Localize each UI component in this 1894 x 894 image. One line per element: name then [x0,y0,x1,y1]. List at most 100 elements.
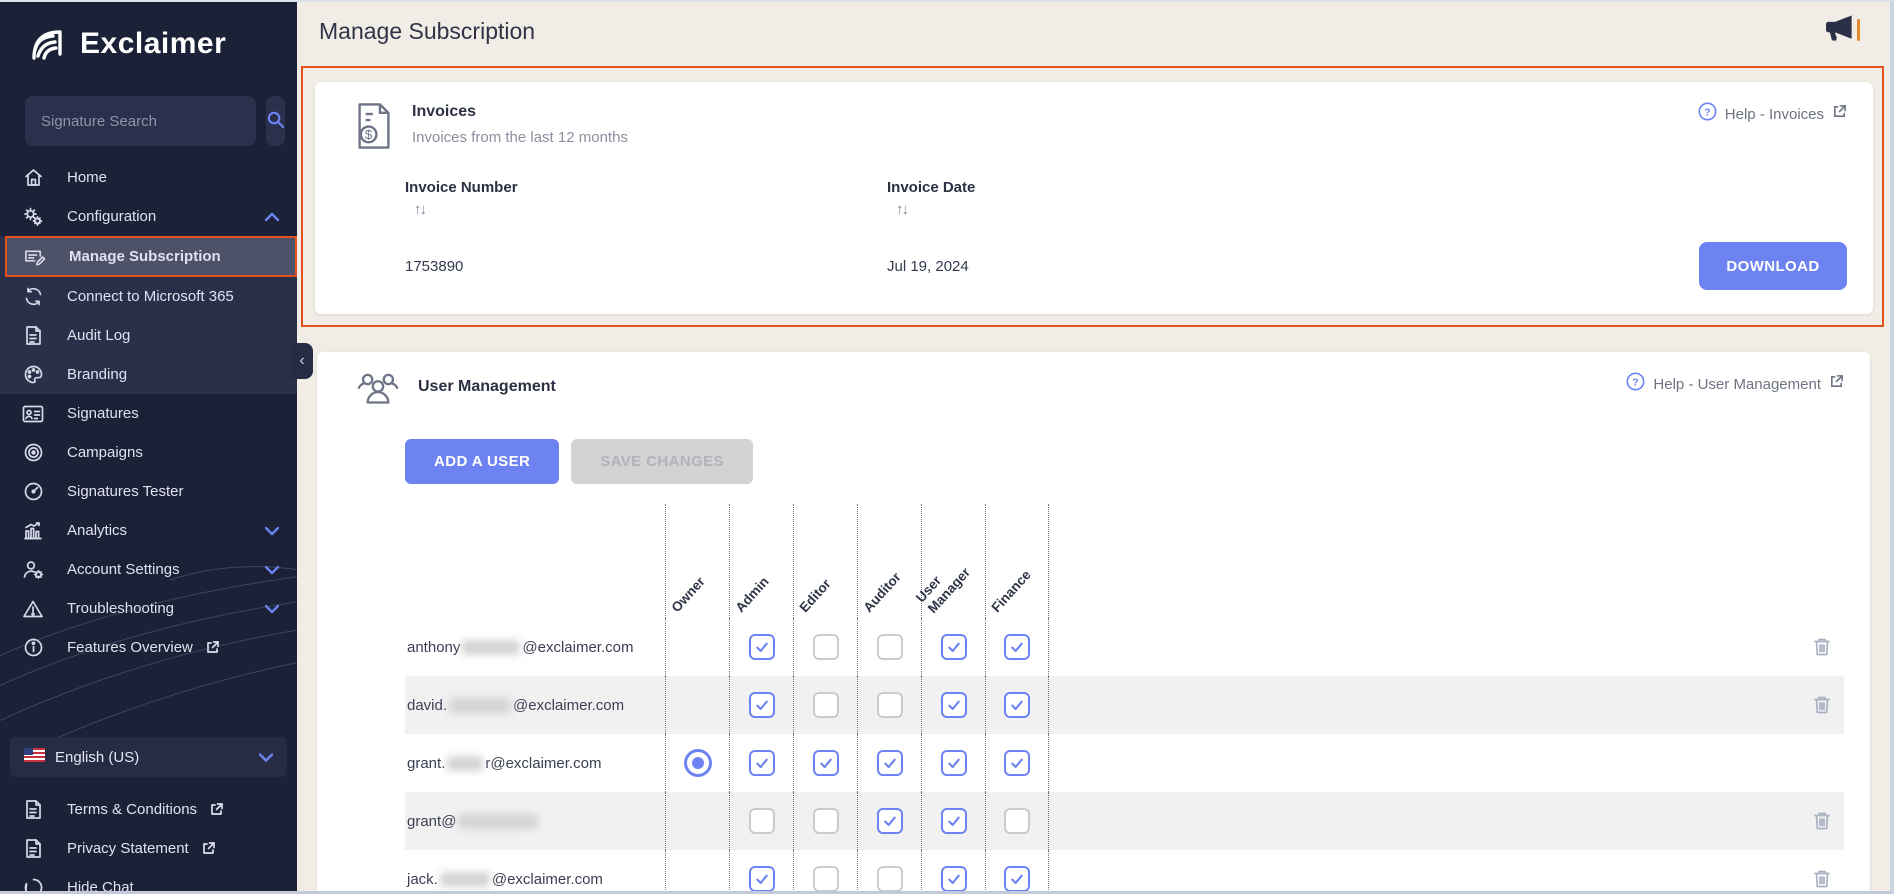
owner-radio-selected[interactable] [683,749,712,777]
search-button[interactable] [266,96,285,146]
sidebar-item-features-overview[interactable]: Features Overview [0,628,297,667]
role-checkbox-checked[interactable] [748,634,775,660]
role-checkbox-checked[interactable] [940,808,967,834]
user-management-actions: ADD A USER SAVE CHANGES [405,439,1844,484]
role-checkbox-unchecked[interactable] [812,866,839,891]
sidebar-item-connect-to-microsoft-365[interactable]: Connect to Microsoft 365 [0,277,297,316]
sidebar-item-signatures-tester[interactable]: Signatures Tester [0,472,297,511]
main-content: Manage Subscription $ Invoices Invoices … [297,2,1890,891]
sidebar-item-label: Troubleshooting [67,600,175,617]
role-checkbox-checked[interactable] [748,750,775,776]
role-checkbox-unchecked[interactable] [812,692,839,718]
role-column-label: Admin [732,574,772,616]
help-user-management-link[interactable]: ? Help - User Management [1626,372,1844,396]
role-checkbox-unchecked[interactable] [876,692,903,718]
role-checkbox-unchecked[interactable] [812,808,839,834]
trash-icon[interactable] [1812,810,1832,832]
sidebar-item-label: Connect to Microsoft 365 [67,288,234,305]
user-management-title: User Management [418,378,556,395]
sidebar-item-configuration[interactable]: Configuration [0,197,297,236]
sidebar-item-manage-subscription[interactable]: Manage Subscription [5,236,297,277]
role-checkbox-unchecked[interactable] [876,634,903,660]
user-row: jack. @exclaimer.com [405,850,1844,891]
megaphone-icon[interactable] [1822,14,1862,48]
trash-icon[interactable] [1812,636,1832,658]
chevron-down-icon [265,526,279,535]
role-cell [793,676,857,734]
role-cell [729,734,793,792]
sidebar-item-analytics[interactable]: Analytics [0,511,297,550]
sidebar-item-label: Manage Subscription [69,248,221,265]
role-checkbox-checked[interactable] [876,808,903,834]
sidebar-item-campaigns[interactable]: Campaigns [0,433,297,472]
palette-icon [22,364,44,386]
role-checkbox-unchecked[interactable] [1004,808,1030,834]
role-checkbox-checked[interactable] [1004,692,1030,718]
help-invoices-link[interactable]: ? Help - Invoices [1698,102,1847,126]
sidebar-item-account-settings[interactable]: Account Settings [0,550,297,589]
sidebar-item-label: Signatures Tester [67,483,184,500]
search-input[interactable] [25,96,256,146]
role-checkbox-checked[interactable] [940,750,967,776]
role-column-admin: Admin [729,504,793,618]
sidebar-item-home[interactable]: Home [0,158,297,197]
role-column-user-manager: User Manager [913,504,985,618]
role-checkbox-checked[interactable] [940,692,967,718]
download-button[interactable]: DOWNLOAD [1699,242,1847,290]
role-cell [921,850,985,891]
invoices-table-rows: 1753890 Jul 19, 2024 DOWNLOAD [405,242,1847,290]
role-cell [729,618,793,676]
trash-icon[interactable] [1812,868,1832,890]
sort-icon[interactable]: ↑↓ [896,201,1847,218]
role-checkbox-checked[interactable] [940,866,967,891]
role-checkbox-unchecked[interactable] [876,866,903,891]
role-checkbox-checked[interactable] [748,866,775,891]
redacted-text [458,813,539,829]
info-icon [22,637,44,659]
role-checkbox-checked[interactable] [812,750,839,776]
external-link-icon [1832,104,1847,124]
add-user-button[interactable]: ADD A USER [405,439,560,484]
sidebar-item-hide-chat[interactable]: Hide Chat [0,868,297,894]
role-checkbox-unchecked[interactable] [748,808,775,834]
role-checkbox-checked[interactable] [1004,866,1030,891]
role-cell [665,792,729,850]
role-checkbox-checked[interactable] [1004,634,1030,660]
role-checkbox-checked[interactable] [876,750,903,776]
user-row: grant. r@exclaimer.com [405,734,1844,792]
role-cell [985,734,1049,792]
warning-icon [22,598,44,620]
page-title: Manage Subscription [319,17,536,44]
delete-user-cell [1800,618,1844,676]
redacted-text [462,639,521,655]
sidebar-item-branding[interactable]: Branding [0,355,297,394]
sidebar-item-signatures[interactable]: Signatures [0,394,297,433]
save-changes-button[interactable]: SAVE CHANGES [571,439,753,484]
column-label: Invoice Number [405,179,518,196]
role-checkbox-checked[interactable] [748,692,775,718]
subscription-icon [24,246,46,268]
language-selector[interactable]: English (US) [10,737,287,777]
sidebar-item-label: Account Settings [67,561,180,578]
invoice-document-icon: $ [353,102,395,155]
role-cell [857,618,921,676]
role-checkbox-checked[interactable] [940,634,967,660]
sidebar-item-audit-log[interactable]: Audit Log [0,316,297,355]
user-gear-icon [22,559,44,581]
sidebar-collapse-handle[interactable]: ‹ [291,343,313,379]
role-checkbox-checked[interactable] [1004,750,1030,776]
role-column-label: Owner [668,574,708,616]
chat-icon [22,877,44,891]
role-cell [921,734,985,792]
sidebar-item-label: Hide Chat [67,879,134,894]
role-checkbox-unchecked[interactable] [812,634,839,660]
sidebar-item-terms-and-conditions[interactable]: Terms & Conditions [0,790,297,829]
role-cell [985,676,1049,734]
signature-search [0,64,297,146]
brand-name: Exclaimer [80,27,227,60]
trash-icon[interactable] [1812,694,1832,716]
sort-icon[interactable]: ↑↓ [414,201,887,218]
sidebar-item-privacy-statement[interactable]: Privacy Statement [0,829,297,868]
sidebar-item-troubleshooting[interactable]: Troubleshooting [0,589,297,628]
role-cell [793,850,857,891]
